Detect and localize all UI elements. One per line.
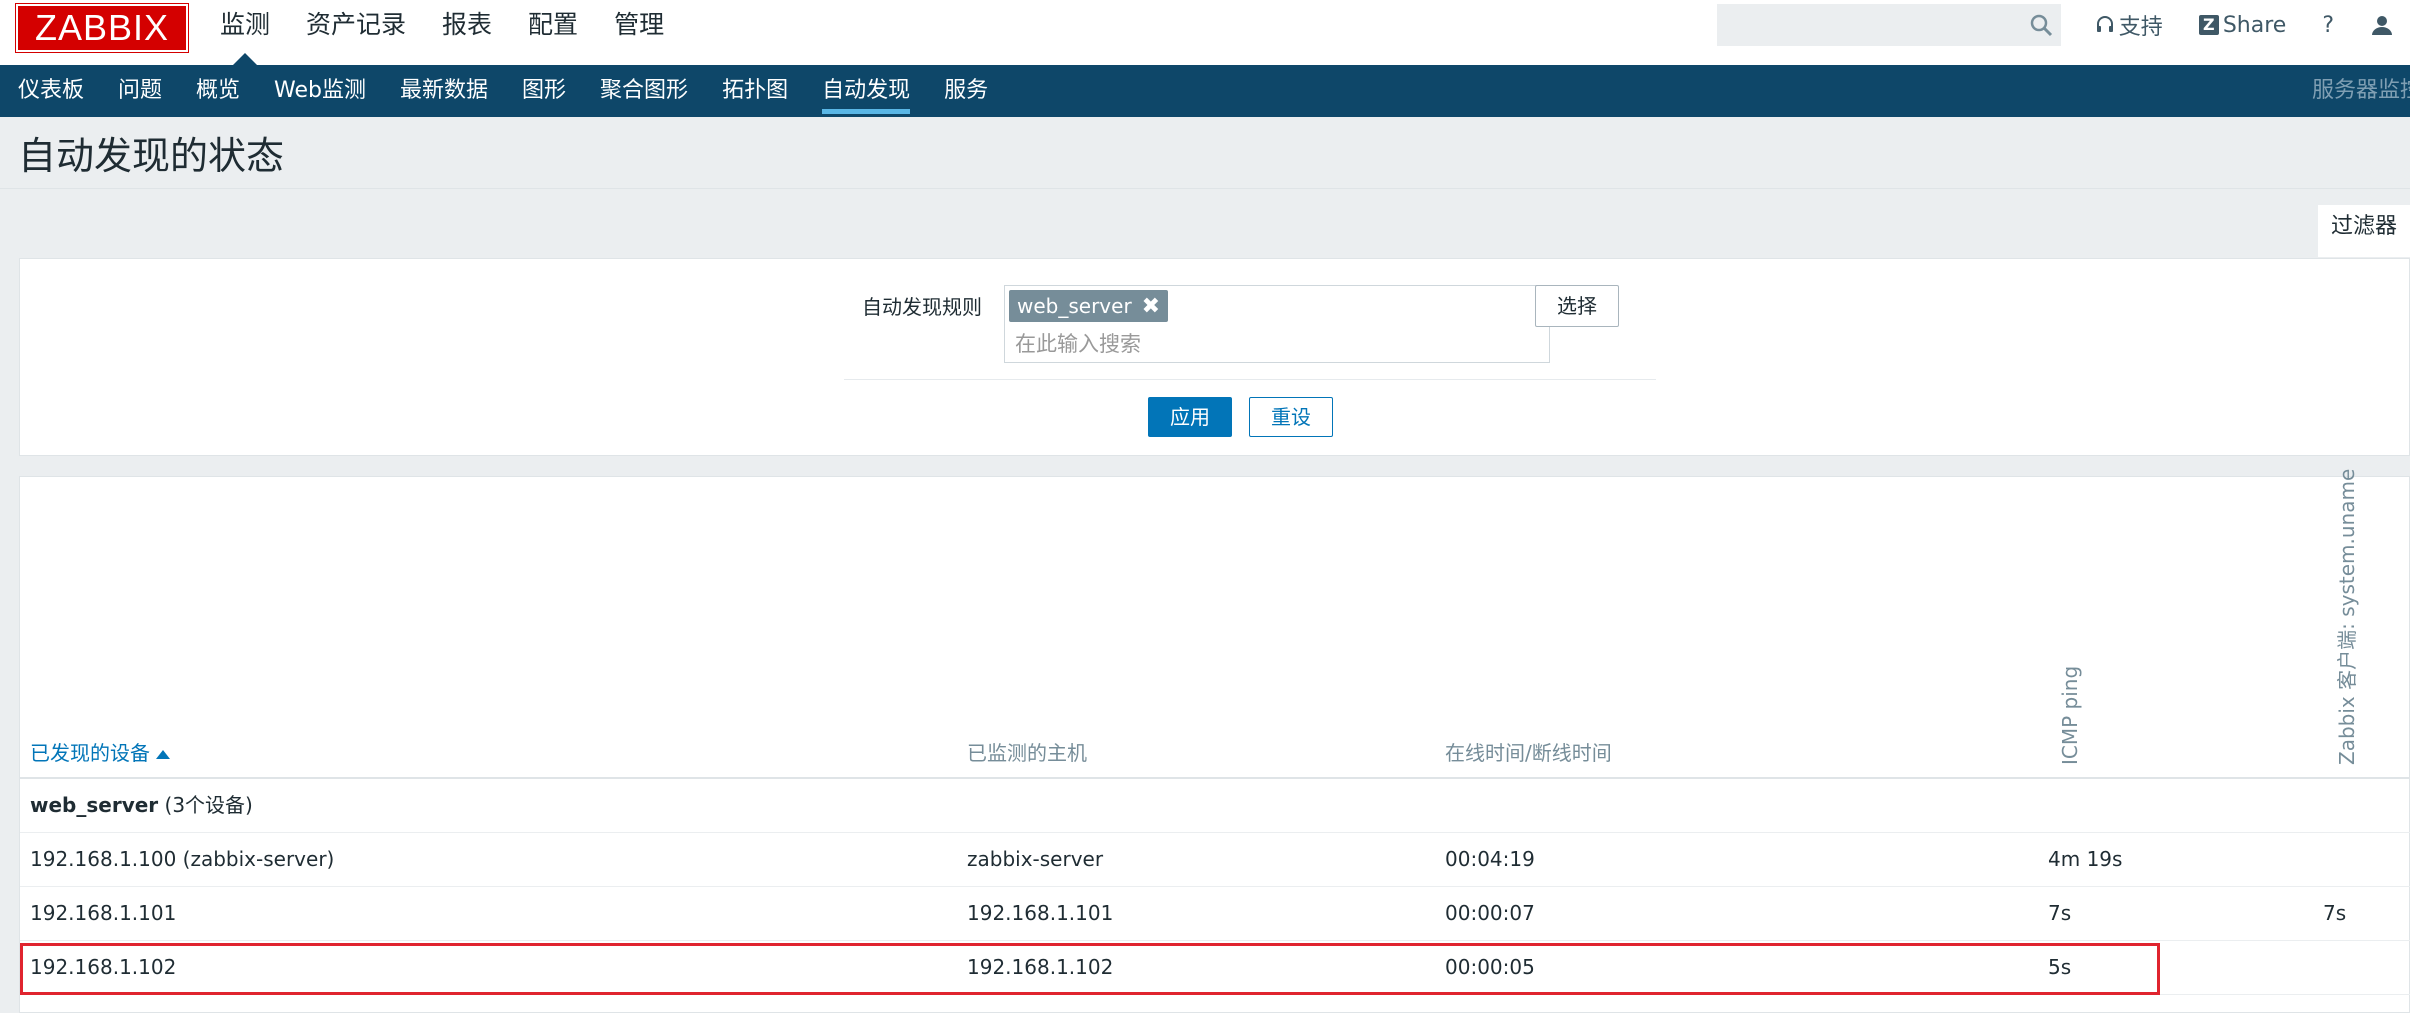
multiselect-search-input[interactable]: 在此输入搜索 (1015, 328, 1141, 358)
page-title: 自动发现的状态 (18, 134, 285, 178)
topnav-monitoring[interactable]: 监测 (220, 0, 270, 65)
device-cell: 192.168.1.100 (zabbix-server) (30, 847, 335, 871)
topnav-administration[interactable]: 管理 (614, 0, 664, 50)
top-links: 支持 Z Share ? (2095, 0, 2410, 50)
filter-panel: 自动发现规则 web_server ✖ 在此输入搜索 选择 应用 重设 (19, 258, 2410, 456)
discovery-table: 已发现的设备 已监测的主机 在线时间/断线时间 ICMP ping Zabbix… (19, 469, 2410, 1013)
top-bar: ZABBIX 监测 资产记录 报表 配置 管理 支持 Z Share ? (0, 0, 2410, 66)
header-icmp-ping: ICMP ping (2058, 665, 2082, 765)
share-label: Share (2222, 12, 2287, 38)
subnav-dashboard[interactable]: 仪表板 (18, 65, 84, 117)
icmp-cell: 4m 19s (2048, 847, 2123, 871)
help-link[interactable]: ? (2322, 13, 2334, 38)
zabbix-logo[interactable]: ZABBIX (16, 4, 188, 52)
subnav-problems[interactable]: 问题 (118, 65, 162, 117)
header-uptime-downtime: 在线时间/断线时间 (1445, 741, 1612, 765)
host-cell: zabbix-server (967, 847, 1104, 871)
remove-tag-icon[interactable]: ✖ (1142, 294, 1160, 319)
topnav-reports[interactable]: 报表 (442, 0, 492, 50)
sub-nav: 仪表板 问题 概览 Web监测 最新数据 图形 聚合图形 拓扑图 自动发现 服务… (0, 65, 2410, 117)
topnav-configuration[interactable]: 配置 (528, 0, 578, 50)
divider (0, 188, 2410, 189)
tag-label: web_server (1017, 294, 1132, 318)
support-label: 支持 (2118, 15, 2163, 40)
apply-button[interactable]: 应用 (1148, 397, 1232, 437)
subnav-discovery[interactable]: 自动发现 (822, 65, 911, 117)
table-row: 192.168.1.102 192.168.1.102 00:00:05 5s (20, 941, 2410, 995)
subnav-screens[interactable]: 聚合图形 (600, 65, 688, 117)
help-icon: ? (2322, 12, 2334, 38)
header-discovered-device-label: 已发现的设备 (30, 741, 150, 765)
reset-button[interactable]: 重设 (1249, 397, 1333, 437)
uptime-cell: 00:04:19 (1445, 847, 1535, 871)
divider (844, 379, 1656, 380)
subnav-services[interactable]: 服务 (944, 65, 988, 117)
uptime-cell: 00:00:07 (1445, 901, 1535, 925)
user-icon (2372, 16, 2392, 35)
group-row: web_server (3个设备) (20, 779, 2410, 833)
top-nav: 监测 资产记录 报表 配置 管理 (220, 0, 700, 65)
group-name: web_server (3个设备) (30, 779, 253, 831)
agent-cell: 7s (2323, 901, 2347, 925)
user-profile-link[interactable] (2370, 13, 2398, 37)
host-cell: 192.168.1.102 (967, 955, 1114, 979)
discovery-rule-multiselect[interactable]: web_server ✖ 在此输入搜索 (1004, 285, 1550, 363)
header-zabbix-agent-uname: Zabbix 客户端: system.uname (2335, 468, 2359, 765)
zabbix-share-icon: Z (2198, 15, 2219, 35)
header-discovered-device[interactable]: 已发现的设备 (30, 737, 170, 766)
table-row: 192.168.1.101 192.168.1.101 00:00:07 7s … (20, 887, 2410, 941)
select-button[interactable]: 选择 (1535, 285, 1619, 327)
device-cell: 192.168.1.102 (30, 955, 177, 979)
selected-rule-tag: web_server ✖ (1009, 290, 1169, 322)
subnav-maps[interactable]: 拓扑图 (722, 65, 788, 117)
subnav-latest-data[interactable]: 最新数据 (400, 65, 488, 117)
share-link[interactable]: Z Share (2198, 12, 2287, 38)
discovery-rule-label: 自动发现规则 (862, 295, 982, 319)
search-icon[interactable] (2028, 12, 2054, 38)
headset-icon (2096, 16, 2113, 32)
global-search-input[interactable] (1717, 4, 2061, 46)
uptime-cell: 00:00:05 (1445, 955, 1535, 979)
subnav-graphs[interactable]: 图形 (522, 65, 566, 117)
subnav-overview[interactable]: 概览 (196, 65, 240, 117)
table-row: 192.168.1.100 (zabbix-server) zabbix-ser… (20, 833, 2410, 887)
header-monitored-host: 已监测的主机 (967, 741, 1087, 765)
topnav-inventory[interactable]: 资产记录 (306, 0, 406, 50)
icmp-cell: 5s (2048, 955, 2072, 979)
host-cell: 192.168.1.101 (967, 901, 1114, 925)
subnav-web[interactable]: Web监测 (274, 65, 366, 117)
server-name: 服务器监控 (2312, 78, 2410, 103)
device-cell: 192.168.1.101 (30, 901, 177, 925)
sort-asc-icon (156, 750, 170, 759)
filter-tab[interactable]: 过滤器 (2318, 205, 2410, 257)
group-device-count: (3个设备) (164, 793, 253, 817)
group-name-label: web_server (30, 793, 159, 817)
support-link[interactable]: 支持 (2095, 9, 2163, 41)
icmp-cell: 7s (2048, 901, 2072, 925)
